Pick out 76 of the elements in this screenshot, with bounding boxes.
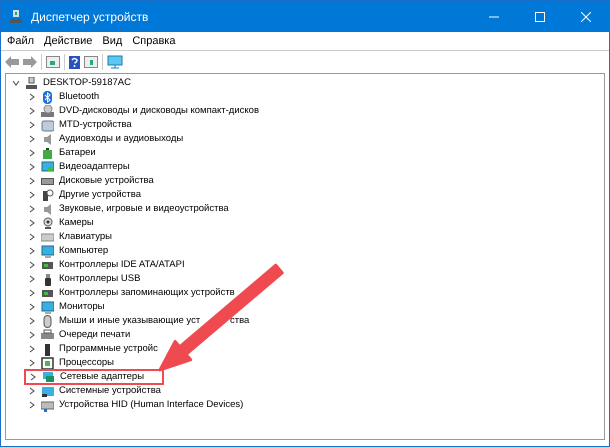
tree-item[interactable]: Контроллеры USB	[59, 272, 140, 286]
tree-item[interactable]: Сетевые адаптеры	[60, 370, 144, 384]
monitor-icon[interactable]	[107, 55, 123, 69]
tree-item[interactable]: Другие устройства	[59, 188, 141, 202]
tree-item[interactable]: Bluetooth	[59, 90, 100, 104]
expand-chevron-icon[interactable]	[28, 289, 36, 297]
expand-chevron-icon[interactable]	[28, 247, 36, 255]
expand-chevron-icon[interactable]	[28, 191, 36, 199]
tree-item[interactable]: Батареи	[59, 146, 96, 160]
close-icon	[581, 12, 591, 22]
computer-icon	[25, 76, 38, 90]
tree-item[interactable]: Видеоадаптеры	[59, 160, 130, 174]
printer-icon	[41, 328, 54, 342]
menu-item[interactable]: Файл	[3, 32, 38, 50]
help-icon[interactable]	[69, 56, 80, 68]
expand-chevron-icon[interactable]	[28, 317, 36, 325]
monitor-icon	[41, 160, 54, 174]
expand-chevron-icon[interactable]	[28, 177, 36, 185]
expand-chevron-icon[interactable]	[28, 345, 36, 353]
mouse-icon	[41, 314, 54, 328]
expand-chevron-icon[interactable]	[28, 219, 36, 227]
window-icon[interactable]	[84, 56, 98, 68]
tree-item[interactable]: Устройства HID (Human Interface Devices)	[59, 398, 244, 412]
tree-item[interactable]: Контроллеры IDE ATA/ATAPI	[59, 258, 185, 272]
tree-item[interactable]: Очереди печати	[59, 328, 130, 342]
maximize-icon	[535, 12, 545, 22]
expand-chevron-icon[interactable]	[28, 93, 36, 101]
computer-icon	[9, 10, 23, 24]
expand-chevron-icon[interactable]	[28, 233, 36, 241]
tree-item[interactable]: Мыши и иные указывающие уст	[59, 314, 200, 328]
tree-item[interactable]: MTD-устройства	[59, 118, 132, 132]
tree-item[interactable]: Аудиовходы и аудиовыходы	[59, 132, 184, 146]
tree-item[interactable]: DESKTOP-59187AC	[43, 76, 132, 90]
menu-item[interactable]: Вид	[98, 32, 126, 50]
expand-chevron-icon[interactable]	[28, 121, 36, 129]
window-icon[interactable]	[46, 56, 60, 68]
expand-chevron-icon[interactable]	[28, 149, 36, 157]
speaker-icon	[41, 202, 54, 216]
tree-item[interactable]: Компьютер	[59, 244, 108, 258]
disc-drive-icon	[41, 104, 54, 118]
monitor-icon	[41, 300, 54, 314]
tree-item[interactable]: Контроллеры запоминающих устройств	[59, 286, 235, 300]
window-title: Диспетчер устройств	[31, 8, 148, 26]
collapse-chevron-icon[interactable]	[12, 79, 20, 87]
tree-item[interactable]: Программные устройс	[59, 342, 158, 356]
network-icon	[42, 370, 55, 384]
camera-icon	[41, 216, 54, 230]
tree-item[interactable]: Клавиатуры	[59, 230, 112, 244]
tree-item[interactable]: DVD-дисководы и дисководы компакт-дисков	[59, 104, 259, 118]
tree-item[interactable]: Процессоры	[59, 356, 114, 370]
expand-chevron-icon[interactable]	[28, 135, 36, 143]
expand-chevron-icon[interactable]	[28, 107, 36, 115]
menu-item[interactable]: Справка	[128, 32, 180, 50]
expand-chevron-icon[interactable]	[28, 331, 36, 339]
back-arrow-icon[interactable]	[5, 56, 19, 68]
speaker-icon	[41, 132, 54, 146]
forward-arrow-icon[interactable]	[23, 56, 37, 68]
expand-chevron-icon[interactable]	[28, 359, 36, 367]
tree-item[interactable]: Мониторы	[59, 300, 104, 314]
expand-chevron-icon[interactable]	[28, 261, 36, 269]
bluetooth-icon	[41, 90, 54, 104]
expand-chevron-icon[interactable]	[28, 387, 36, 395]
expand-chevron-icon[interactable]	[28, 275, 36, 283]
tree-item[interactable]: Камеры	[59, 216, 94, 230]
expand-chevron-icon[interactable]	[29, 373, 37, 381]
tree-item-text: ства	[230, 314, 250, 328]
expand-chevron-icon[interactable]	[28, 401, 36, 409]
tree-item[interactable]: Дисковые устройства	[59, 174, 154, 188]
menu-item[interactable]: Действие	[40, 32, 96, 50]
expand-chevron-icon[interactable]	[28, 163, 36, 171]
tree-item[interactable]: Звуковые, игровые и видеоустройства	[59, 202, 229, 216]
battery-icon	[41, 146, 54, 160]
expand-chevron-icon[interactable]	[28, 303, 36, 311]
monitor-icon	[41, 244, 54, 258]
expand-chevron-icon[interactable]	[28, 205, 36, 213]
tree-item[interactable]: Системные устройства	[59, 384, 161, 398]
